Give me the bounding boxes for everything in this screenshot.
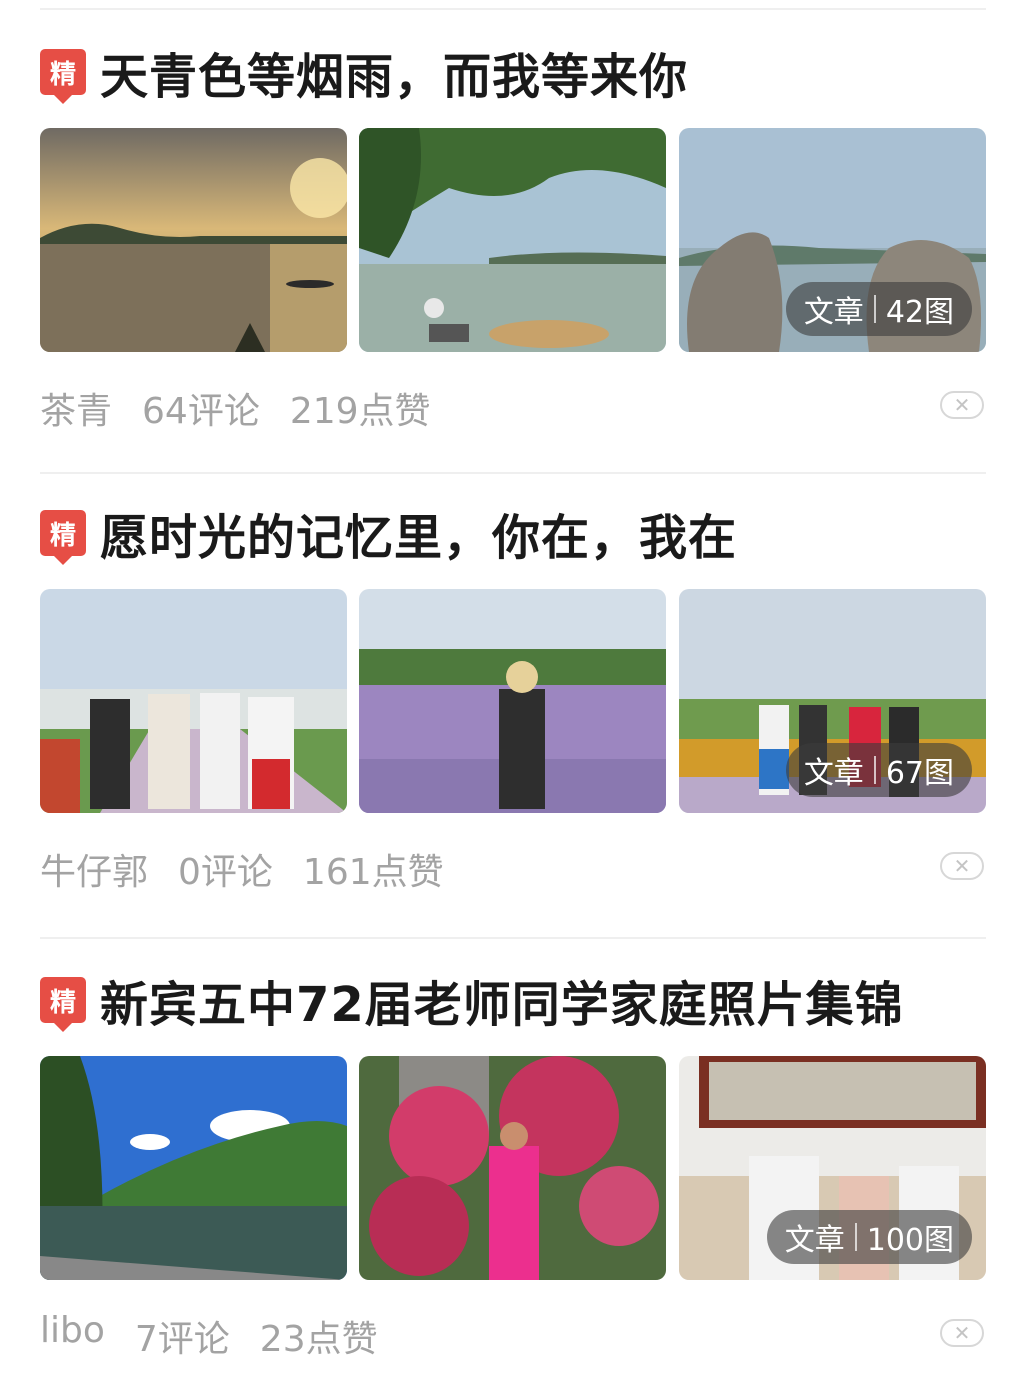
close-icon[interactable]: ✕ bbox=[940, 1319, 984, 1347]
thumbnail-flower-path-group[interactable]: 文章 67图 bbox=[679, 589, 986, 813]
close-icon[interactable]: ✕ bbox=[940, 391, 984, 419]
article-label: 文章 bbox=[803, 756, 864, 791]
featured-badge: 精 bbox=[40, 977, 86, 1032]
separator bbox=[873, 295, 876, 323]
separator bbox=[873, 756, 876, 784]
thumbnail-river-mountains[interactable] bbox=[40, 1056, 347, 1280]
photo-count: 100图 bbox=[866, 1223, 954, 1258]
post-card[interactable]: 精 愿时光的记忆里，你在，我在 文章 67图 牛仔郭 0评论 161点赞 ✕ bbox=[40, 503, 986, 903]
comment-count: 0评论 bbox=[178, 852, 273, 893]
article-label: 文章 bbox=[803, 295, 864, 330]
divider bbox=[40, 8, 986, 10]
comment-count: 7评论 bbox=[134, 1319, 230, 1360]
photo-count: 42图 bbox=[885, 295, 954, 330]
thumbnail-lakeside-trees[interactable] bbox=[359, 128, 666, 352]
divider bbox=[40, 937, 986, 939]
post-meta: 牛仔郭 0评论 161点赞 bbox=[40, 843, 474, 895]
divider bbox=[40, 472, 986, 474]
featured-badge: 精 bbox=[40, 49, 86, 104]
thumbnail-row[interactable]: 文章 67图 bbox=[40, 589, 986, 813]
post-meta: libo 7评论 23点赞 bbox=[40, 1310, 408, 1362]
author-name[interactable]: 茶青 bbox=[40, 382, 112, 434]
author-name[interactable]: 牛仔郭 bbox=[40, 843, 148, 895]
thumbnail-group-walkway[interactable] bbox=[40, 589, 347, 813]
thumbnail-rock-lake[interactable]: 文章 42图 bbox=[679, 128, 986, 352]
thumbnail-row[interactable]: 文章 42图 bbox=[40, 128, 986, 352]
like-count: 219点赞 bbox=[289, 391, 431, 432]
close-icon[interactable]: ✕ bbox=[940, 852, 984, 880]
article-label: 文章 bbox=[784, 1223, 845, 1258]
comment-count: 64评论 bbox=[142, 391, 260, 432]
thumbnail-family-living-room[interactable]: 文章 100图 bbox=[679, 1056, 986, 1280]
thumbnail-row[interactable]: 文章 100图 bbox=[40, 1056, 986, 1280]
post-meta: 茶青 64评论 219点赞 bbox=[40, 382, 461, 434]
post-card[interactable]: 精 天青色等烟雨，而我等来你 文章 42图 茶青 64评论 219点赞 ✕ bbox=[40, 42, 986, 442]
post-card[interactable]: 精 新宾五中72届老师同学家庭照片集锦 文章 100图 libo 7评论 23点… bbox=[40, 970, 986, 1370]
like-count: 23点赞 bbox=[259, 1319, 378, 1360]
like-count: 161点赞 bbox=[302, 852, 444, 893]
thumbnail-rose-garden[interactable] bbox=[359, 1056, 666, 1280]
post-title[interactable]: 新宾五中72届老师同学家庭照片集锦 bbox=[100, 965, 904, 1035]
thumbnail-lavender-field[interactable] bbox=[359, 589, 666, 813]
post-title[interactable]: 天青色等烟雨，而我等来你 bbox=[100, 37, 688, 107]
thumbnail-sunset-lake[interactable] bbox=[40, 128, 347, 352]
photo-count: 67图 bbox=[885, 756, 954, 791]
photo-count-badge: 文章 100图 bbox=[766, 1210, 972, 1264]
post-title[interactable]: 愿时光的记忆里，你在，我在 bbox=[100, 498, 737, 568]
author-name[interactable]: libo bbox=[40, 1310, 105, 1362]
featured-badge: 精 bbox=[40, 510, 86, 565]
separator bbox=[854, 1223, 857, 1251]
photo-count-badge: 文章 67图 bbox=[785, 743, 972, 797]
photo-count-badge: 文章 42图 bbox=[785, 282, 972, 336]
